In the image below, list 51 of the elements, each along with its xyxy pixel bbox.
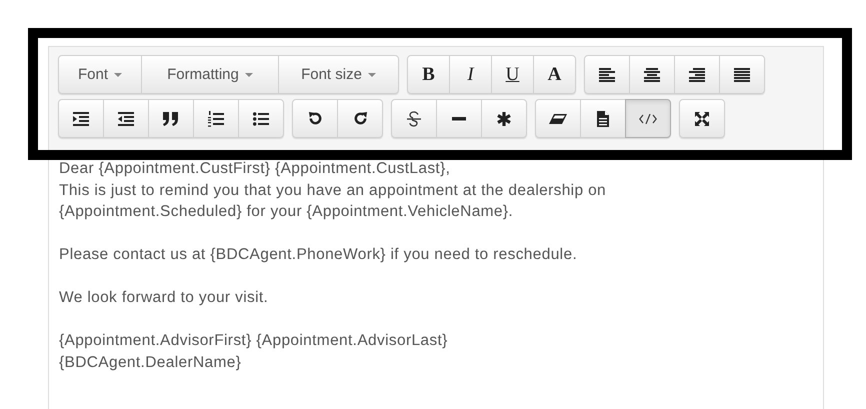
body-text-line: We look forward to your visit. <box>59 288 268 308</box>
dropdown-button[interactable]: Font <box>58 55 142 94</box>
eraser-button[interactable] <box>535 99 581 138</box>
body-text-line: Dear {Appointment.CustFirst} {Appointment.CustLast}, <box>59 159 450 179</box>
undo-icon <box>308 111 322 126</box>
caret-icon <box>368 72 376 76</box>
asterisk-icon <box>497 112 511 126</box>
fullscreen-icon <box>695 112 709 126</box>
align-left-icon <box>599 68 615 82</box>
document-button[interactable] <box>580 99 626 138</box>
body-text-line: This is just to remind you that you have an appointment at the dealership on <box>59 180 606 200</box>
body-text-line: {Appointment.Scheduled} for your {Appointment.VehicleName}. <box>59 202 514 222</box>
numbered-list-button[interactable] <box>193 99 239 138</box>
bulleted-list-button[interactable] <box>238 99 284 138</box>
bulleted-list-icon <box>253 112 269 126</box>
quote-button[interactable] <box>148 99 194 138</box>
indent-button[interactable] <box>58 99 104 138</box>
justify-button[interactable] <box>719 55 765 94</box>
body-text-line: {BDCAgent.DealerName} <box>59 352 242 372</box>
caret-icon <box>114 72 122 76</box>
align-right-icon <box>689 68 705 82</box>
align-center-icon <box>644 68 660 82</box>
format-button[interactable]: I <box>449 55 492 94</box>
align-left-button[interactable] <box>584 55 630 94</box>
undo-button[interactable] <box>292 99 338 138</box>
redo-button[interactable] <box>337 99 383 138</box>
align-center-button[interactable] <box>629 55 675 94</box>
document-icon <box>597 110 609 126</box>
indent-icon <box>73 112 89 126</box>
code-icon <box>639 114 657 124</box>
numbered-list-icon <box>208 110 224 126</box>
outdent-icon <box>118 112 134 126</box>
asterisk-button[interactable] <box>481 99 527 138</box>
format-button[interactable]: B <box>407 55 450 94</box>
eraser-icon <box>549 114 567 124</box>
format-button[interactable]: A <box>533 55 576 94</box>
strikethrough-icon <box>407 110 421 126</box>
format-button[interactable]: U <box>491 55 534 94</box>
body-text-line: {Appointment.AdvisorFirst} {Appointment.AdvisorLast} <box>59 331 448 351</box>
outdent-button[interactable] <box>103 99 149 138</box>
body-text-line: Please contact us at {BDCAgent.PhoneWork} if you need to reschedule. <box>59 245 578 265</box>
fullscreen-button[interactable] <box>679 99 725 138</box>
dropdown-button[interactable]: Font size <box>278 55 399 94</box>
quote-icon <box>163 112 179 126</box>
justify-icon <box>734 68 750 82</box>
redo-icon <box>352 111 368 126</box>
dropdown-button[interactable]: Formatting <box>141 55 279 94</box>
horizontal-rule-button[interactable] <box>436 99 482 138</box>
align-right-button[interactable] <box>674 55 720 94</box>
strikethrough-button[interactable] <box>391 99 437 138</box>
caret-icon <box>244 72 253 76</box>
